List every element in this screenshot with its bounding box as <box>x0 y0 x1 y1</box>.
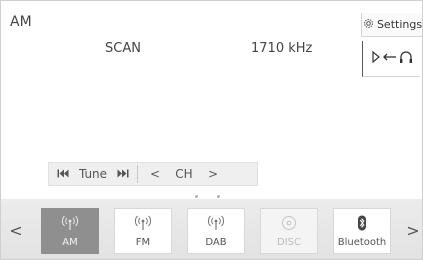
source-label: AM <box>62 237 78 248</box>
page-dot <box>217 195 220 198</box>
audio-output-icon <box>370 49 414 68</box>
page-dot <box>195 195 198 198</box>
page-dot-active <box>206 195 209 198</box>
channel-label: CH <box>175 167 193 181</box>
source-label: FM <box>135 237 151 248</box>
sources-prev-button[interactable]: < <box>9 221 23 240</box>
source-label: DISC <box>277 237 301 248</box>
source-am-button[interactable]: AM <box>41 208 99 254</box>
tune-prev-button[interactable] <box>53 163 73 185</box>
audio-screen: AM Settings SCAN 1710 kHz Tune < CH > < … <box>0 0 423 260</box>
scan-mode-text: SCAN <box>105 41 141 56</box>
frequency-text: 1710 kHz <box>251 41 313 56</box>
skip-back-icon <box>57 167 69 181</box>
source-selector: < AM FM DAB DISC Bluetooth > <box>1 199 422 259</box>
radio-antenna-icon <box>206 214 226 232</box>
settings-label: Settings <box>376 18 423 31</box>
bluetooth-icon <box>352 214 372 232</box>
tune-next-button[interactable] <box>113 163 133 185</box>
gear-icon <box>363 18 374 32</box>
page-title: AM <box>10 14 32 30</box>
channel-next-button[interactable]: > <box>200 163 226 185</box>
source-disc-button[interactable]: DISC <box>260 208 318 254</box>
channel-prev-button[interactable]: < <box>142 163 168 185</box>
status-row: SCAN 1710 kHz <box>1 41 361 61</box>
page-indicator <box>195 195 220 198</box>
settings-button[interactable]: Settings <box>361 13 423 37</box>
source-dab-button[interactable]: DAB <box>187 208 245 254</box>
radio-antenna-icon <box>60 214 80 232</box>
skip-forward-icon <box>117 167 129 181</box>
source-fm-button[interactable]: FM <box>114 208 172 254</box>
disc-icon <box>279 214 299 232</box>
source-bluetooth-button[interactable]: Bluetooth <box>333 208 391 254</box>
radio-antenna-icon <box>133 214 153 232</box>
tune-label: Tune <box>78 167 108 181</box>
audio-output-button[interactable] <box>362 41 420 77</box>
source-label: DAB <box>205 237 227 248</box>
sources-next-button[interactable]: > <box>406 221 420 240</box>
divider <box>137 165 138 183</box>
tune-controls: Tune < CH > <box>48 162 258 186</box>
source-label: Bluetooth <box>337 237 387 248</box>
